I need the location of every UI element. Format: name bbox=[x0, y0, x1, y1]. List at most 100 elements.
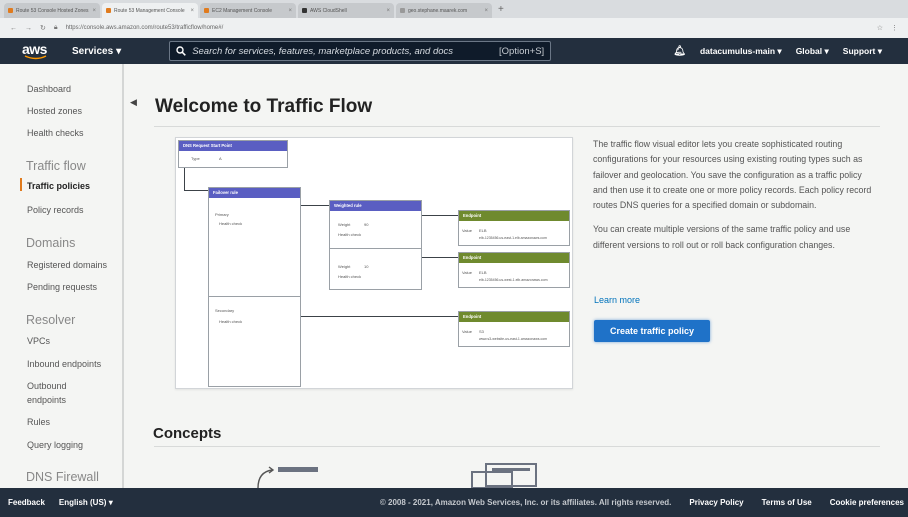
region-menu[interactable]: Global ▾ bbox=[796, 46, 829, 57]
traffic-flow-diagram-illustration: DNS Request Start Point Type A Failover … bbox=[175, 137, 573, 389]
sidebar-section-dns-firewall: DNS Firewall bbox=[26, 470, 99, 484]
forward-icon[interactable]: → bbox=[25, 25, 32, 32]
endpoint-address: elb-1235456.us-west-1.elb.amazonaws.com bbox=[479, 278, 548, 282]
active-indicator bbox=[20, 178, 22, 191]
browser-address-bar: ← → ↻ 🔒︎ https://console.aws.amazon.com/… bbox=[0, 18, 908, 38]
start-point-header: DNS Request Start Point bbox=[179, 141, 287, 151]
sidebar-item-inbound-endpoints[interactable]: Inbound endpoints bbox=[27, 359, 101, 369]
sidebar-item-vpcs[interactable]: VPCs bbox=[27, 336, 50, 346]
notifications-bell-icon[interactable]: 🔔︎ bbox=[673, 46, 686, 57]
aws-smile-icon bbox=[24, 55, 47, 60]
search-placeholder: Search for services, features, marketpla… bbox=[192, 45, 454, 57]
failover-secondary-label: Secondary bbox=[215, 308, 235, 313]
sidebar-item-policy-records[interactable]: Policy records bbox=[27, 205, 84, 215]
browser-tab[interactable]: geo.stephane.maarek.com × bbox=[396, 3, 492, 18]
region-name: Global bbox=[795, 45, 823, 56]
support-menu[interactable]: Support ▾ bbox=[843, 46, 882, 57]
diagram-endpoint: Endpoint Value S3 www.s3-website-us-east… bbox=[458, 311, 570, 347]
endpoint-type: S3 bbox=[479, 329, 484, 334]
browser-tab-bar: Route 53 Console Hosted Zones × Route 53 … bbox=[0, 0, 908, 18]
sidebar-section-traffic-flow: Traffic flow bbox=[26, 159, 86, 173]
services-menu[interactable]: Services ▾ bbox=[72, 46, 121, 57]
endpoint-header: Endpoint bbox=[459, 253, 569, 263]
browser-tab-active[interactable]: Route 53 Management Console × bbox=[102, 3, 198, 18]
failover-rule-header: Failover rule bbox=[209, 188, 300, 198]
close-tab-icon[interactable]: × bbox=[92, 8, 96, 14]
terms-of-use-link[interactable]: Terms of Use bbox=[762, 498, 812, 507]
menu-icon[interactable]: ⋮ bbox=[891, 24, 898, 32]
description-paragraph: You can create multiple versions of the … bbox=[593, 224, 851, 250]
browser-tab-label: Route 53 Console Hosted Zones bbox=[16, 7, 89, 14]
privacy-policy-link[interactable]: Privacy Policy bbox=[689, 498, 743, 507]
services-label: Services bbox=[72, 45, 114, 57]
reload-icon[interactable]: ↻ bbox=[40, 24, 46, 32]
diagram-weighted-rule: Weighted rule Weight 90 Health check Wei… bbox=[329, 200, 422, 290]
sidebar-item-query-logging[interactable]: Query logging bbox=[27, 440, 83, 450]
connector-line bbox=[301, 205, 329, 206]
traffic-flow-description: The traffic flow visual editor lets you … bbox=[593, 137, 873, 262]
browser-tab-label: Route 53 Management Console bbox=[114, 7, 185, 14]
caret-down-icon: ▾ bbox=[116, 45, 122, 57]
close-tab-icon[interactable]: × bbox=[288, 8, 292, 14]
close-tab-icon[interactable]: × bbox=[190, 8, 194, 14]
aws-favicon-icon bbox=[8, 8, 13, 13]
weighted-weight-2: 10 bbox=[364, 264, 369, 269]
endpoint-value-label: Value bbox=[462, 228, 472, 233]
failover-secondary-health-check: Health check bbox=[219, 319, 243, 324]
url-field[interactable]: https://console.aws.amazon.com/route53/t… bbox=[66, 25, 869, 31]
language-selector[interactable]: English (US) ▾ bbox=[59, 498, 113, 507]
aws-favicon-icon bbox=[106, 8, 111, 13]
weighted-health-check-1: Health check bbox=[338, 232, 362, 237]
create-traffic-policy-button[interactable]: Create traffic policy bbox=[594, 320, 710, 342]
lock-icon: 🔒︎ bbox=[53, 24, 58, 31]
sidebar-item-outbound-endpoints[interactable]: Outbound bbox=[27, 381, 67, 391]
connector-line bbox=[184, 168, 185, 190]
endpoint-value-label: Value bbox=[462, 329, 472, 334]
aws-favicon-icon bbox=[204, 8, 209, 13]
sidebar-item-hosted-zones[interactable]: Hosted zones bbox=[27, 106, 82, 116]
sidebar-item-outbound-endpoints-line2[interactable]: endpoints bbox=[27, 395, 66, 405]
sidebar-item-traffic-policies[interactable]: Traffic policies bbox=[27, 181, 90, 191]
browser-tab[interactable]: EC2 Management Console × bbox=[200, 3, 296, 18]
browser-tab[interactable]: AWS CloudShell × bbox=[298, 3, 394, 18]
sidebar-section-resolver: Resolver bbox=[26, 313, 76, 327]
browser-tab[interactable]: Route 53 Console Hosted Zones × bbox=[4, 3, 100, 18]
search-icon bbox=[176, 46, 187, 56]
sidebar-item-registered-domains[interactable]: Registered domains bbox=[27, 260, 107, 270]
cloudshell-favicon-icon bbox=[302, 8, 307, 13]
weighted-weight-label-2: Weight bbox=[338, 264, 351, 269]
weighted-rule-header: Weighted rule bbox=[330, 201, 421, 211]
sidebar-section-domains: Domains bbox=[26, 236, 76, 250]
endpoint-address: elb-1235456.us-east-1.elb.amazonaws.com bbox=[479, 236, 547, 240]
weighted-weight-1: 90 bbox=[364, 222, 369, 227]
diagram-start-point: DNS Request Start Point Type A bbox=[178, 140, 288, 168]
endpoint-type: ELB bbox=[479, 228, 487, 233]
nav-right: 🔔︎ datacumulus-main ▾ Global ▾ Support ▾ bbox=[673, 46, 908, 57]
concept-illustration-icon bbox=[257, 466, 318, 488]
account-name: datacumulus-main bbox=[699, 45, 776, 56]
sidebar-item-rules[interactable]: Rules bbox=[27, 417, 50, 427]
endpoint-header: Endpoint bbox=[459, 312, 569, 322]
sidebar-item-health-checks[interactable]: Health checks bbox=[27, 128, 84, 138]
cookie-preferences-link[interactable]: Cookie preferences bbox=[830, 498, 904, 507]
aws-logo[interactable]: aws bbox=[22, 41, 52, 61]
weighted-weight-label: Weight bbox=[338, 222, 351, 227]
sidebar-item-pending-requests[interactable]: Pending requests bbox=[27, 282, 97, 292]
description-paragraph: The traffic flow visual editor lets you … bbox=[593, 139, 872, 211]
sidebar-item-dashboard[interactable]: Dashboard bbox=[27, 84, 71, 94]
support-label: Support bbox=[842, 45, 876, 56]
account-menu[interactable]: datacumulus-main ▾ bbox=[700, 46, 782, 57]
search-bar[interactable]: Search for services, features, marketpla… bbox=[169, 41, 552, 61]
endpoint-header: Endpoint bbox=[459, 211, 569, 221]
learn-more-link[interactable]: Learn more bbox=[594, 295, 640, 305]
diagram-endpoint: Endpoint Value ELB elb-1235456.us-east-1… bbox=[458, 210, 570, 246]
close-tab-icon[interactable]: × bbox=[386, 8, 390, 14]
new-tab-icon[interactable]: + bbox=[498, 4, 504, 15]
bookmark-icon[interactable]: ☆ bbox=[877, 24, 883, 32]
feedback-link[interactable]: Feedback bbox=[8, 498, 45, 507]
connector-line bbox=[301, 316, 458, 317]
connector-line bbox=[422, 257, 458, 258]
back-icon[interactable]: ← bbox=[10, 25, 17, 32]
close-tab-icon[interactable]: × bbox=[484, 8, 488, 14]
failover-primary-label: Primary bbox=[215, 212, 229, 217]
